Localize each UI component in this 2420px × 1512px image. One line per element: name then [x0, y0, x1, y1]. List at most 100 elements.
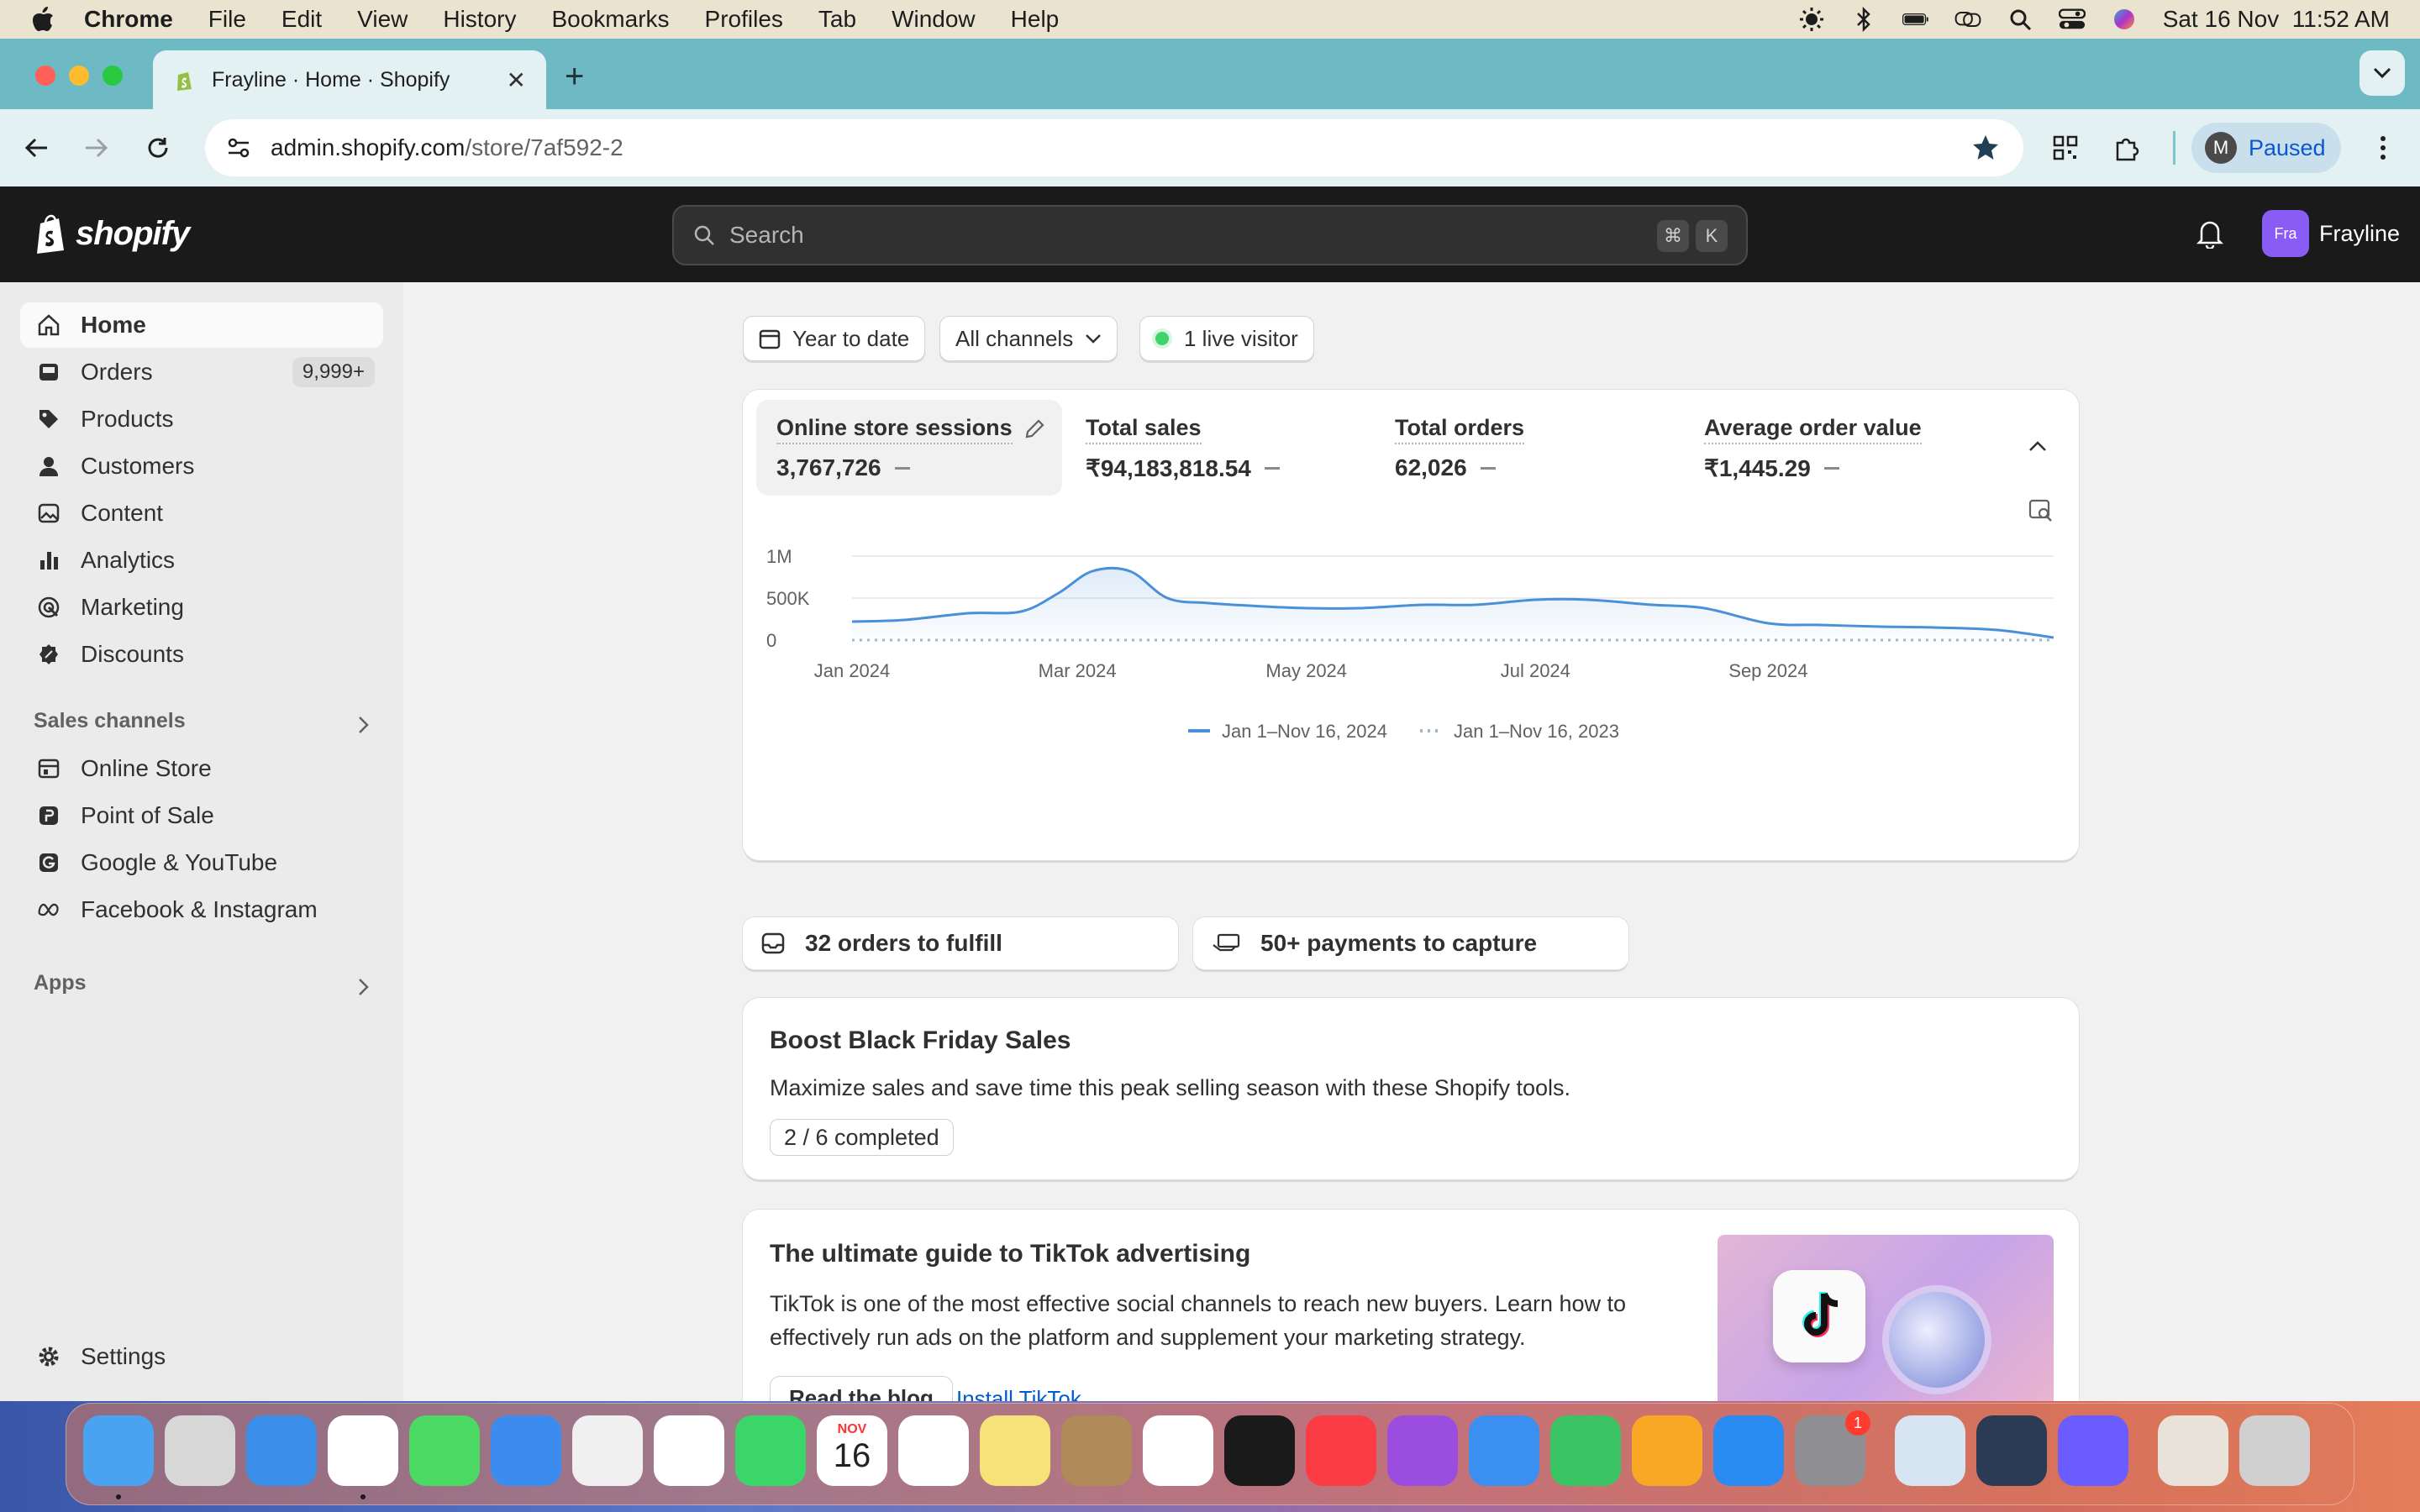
sidebar-item-home[interactable]: Home — [20, 302, 383, 348]
sidebar-item-analytics[interactable]: Analytics — [20, 538, 383, 583]
channel-filter-dropdown[interactable]: All channels — [939, 316, 1118, 361]
metric-online-store-sessions[interactable]: Online store sessions 3,767,726 — [756, 400, 1062, 496]
menu-profiles[interactable]: Profiles — [705, 6, 783, 33]
menu-app-name[interactable]: Chrome — [84, 6, 173, 33]
calendar-icon[interactable]: NOV 16 — [817, 1415, 887, 1486]
music-icon[interactable] — [1306, 1415, 1376, 1486]
sidebar-item-products[interactable]: Products — [20, 396, 383, 442]
chevron-right-icon[interactable] — [358, 716, 370, 734]
quicktime-icon[interactable] — [1976, 1415, 2047, 1486]
menu-help[interactable]: Help — [1011, 6, 1060, 33]
profile-button[interactable]: M Paused — [2191, 123, 2341, 173]
metric-total-sales[interactable]: Total sales ₹94,183,818.54 — [1065, 400, 1368, 496]
bfcm-progress-badge[interactable]: 2 / 6 completed — [770, 1119, 954, 1156]
menu-window[interactable]: Window — [892, 6, 976, 33]
app-store-icon[interactable] — [1713, 1415, 1784, 1486]
sidebar-item-content[interactable]: Content — [20, 491, 383, 536]
photos-icon[interactable] — [654, 1415, 724, 1486]
orders-to-fulfill-button[interactable]: 32 orders to fulfill — [743, 917, 1178, 969]
sidebar-item-customers[interactable]: Customers — [20, 444, 383, 489]
sessions-line-chart[interactable]: 0 500K 1M Jan 2024 Mar 2024 May 2024 Jul 2024… — [743, 533, 2079, 852]
pages-icon[interactable] — [1632, 1415, 1702, 1486]
reload-button[interactable] — [138, 128, 178, 168]
sidebar-item-settings[interactable]: Settings — [20, 1334, 383, 1379]
apps-heading[interactable]: Apps — [34, 971, 87, 995]
shopify-logo[interactable]: shopify — [34, 213, 190, 254]
site-info-icon[interactable] — [225, 134, 252, 161]
tv-icon[interactable] — [1224, 1415, 1295, 1486]
spotlight-search-icon[interactable] — [2007, 8, 2033, 31]
battery-icon[interactable] — [1902, 8, 1929, 31]
system-settings-icon[interactable]: 1 — [1795, 1410, 1870, 1486]
document-icon[interactable] — [2158, 1415, 2228, 1486]
keynote-icon[interactable] — [1469, 1415, 1539, 1486]
bluetooth-icon[interactable] — [1850, 7, 1877, 32]
google-icon — [37, 851, 60, 874]
apple-icon[interactable] — [30, 5, 55, 34]
metric-average-order-value[interactable]: Average order value ₹1,445.29 — [1684, 400, 1986, 496]
reminders-icon[interactable] — [898, 1415, 969, 1486]
chart-inspect-icon[interactable] — [2028, 499, 2054, 522]
window-zoom-button[interactable] — [103, 66, 123, 86]
control-center-icon[interactable] — [2058, 8, 2086, 31]
chrome-menu-button[interactable] — [2363, 128, 2403, 168]
sidebar-item-google-youtube[interactable]: Google & YouTube — [20, 840, 383, 885]
launchpad-icon[interactable] — [165, 1415, 235, 1486]
payments-to-capture-button[interactable]: 50+ payments to capture — [1193, 917, 1628, 969]
admin-search-bar[interactable]: Search ⌘ K — [672, 205, 1748, 265]
forward-button[interactable] — [76, 128, 116, 168]
sidebar-item-discounts[interactable]: Discounts — [20, 632, 383, 677]
preview-icon[interactable] — [1895, 1415, 1965, 1486]
notifications-bell-icon[interactable] — [2196, 218, 2223, 249]
bookmark-star-icon[interactable] — [1971, 134, 2000, 162]
address-bar[interactable]: admin.shopify.com/store/7af592-2 — [205, 119, 2023, 176]
sidebar-item-marketing[interactable]: Marketing — [20, 585, 383, 630]
screen-mirroring-icon[interactable] — [1954, 8, 1981, 31]
menu-history[interactable]: History — [443, 6, 516, 33]
window-close-button[interactable] — [35, 66, 55, 86]
sales-channels-heading[interactable]: Sales channels — [34, 709, 186, 733]
menu-view[interactable]: View — [357, 6, 408, 33]
contacts-icon[interactable] — [1061, 1415, 1132, 1486]
messages-icon[interactable] — [409, 1415, 480, 1486]
perplexity-icon[interactable] — [2058, 1415, 2128, 1486]
brightness-icon[interactable] — [1798, 8, 1825, 31]
back-button[interactable] — [17, 128, 57, 168]
sidebar-item-online-store[interactable]: Online Store — [20, 746, 383, 791]
trash-icon[interactable] — [2239, 1415, 2310, 1486]
facetime-icon[interactable] — [735, 1415, 806, 1486]
menu-tab[interactable]: Tab — [818, 6, 856, 33]
tab-search-button[interactable] — [2360, 50, 2405, 96]
notes-icon[interactable] — [980, 1415, 1050, 1486]
chevron-right-icon[interactable] — [358, 978, 370, 996]
finder-icon[interactable] — [83, 1415, 154, 1486]
chrome-icon[interactable] — [328, 1415, 398, 1486]
menu-file[interactable]: File — [208, 6, 246, 33]
metric-total-orders[interactable]: Total orders 62,026 — [1375, 400, 1677, 496]
sidebar-item-facebook-instagram[interactable]: Facebook & Instagram — [20, 887, 383, 932]
menu-bookmarks[interactable]: Bookmarks — [551, 6, 669, 33]
numbers-icon[interactable] — [1550, 1415, 1621, 1486]
siri-icon[interactable] — [2111, 8, 2138, 31]
browser-tab-active[interactable]: Frayline · Home · Shopify ✕ — [153, 50, 546, 109]
window-minimize-button[interactable] — [69, 66, 89, 86]
freeform-icon[interactable] — [1143, 1415, 1213, 1486]
store-switcher[interactable]: Fra Frayline — [2262, 210, 2400, 257]
sidebar-item-point-of-sale[interactable]: Point of Sale — [20, 793, 383, 838]
menubar-datetime[interactable]: Sat 16 Nov 11:52 AM — [2163, 6, 2390, 33]
podcasts-icon[interactable] — [1387, 1415, 1458, 1486]
new-tab-button[interactable]: + — [565, 57, 584, 96]
url-path: /store/7af592-2 — [465, 134, 623, 160]
extensions-button[interactable] — [2107, 128, 2148, 168]
sidebar-item-orders[interactable]: Orders 9,999+ — [20, 349, 383, 395]
chevron-up-icon[interactable] — [2028, 440, 2047, 452]
mail-icon[interactable] — [491, 1415, 561, 1486]
maps-icon[interactable] — [572, 1415, 643, 1486]
safari-icon[interactable] — [246, 1415, 317, 1486]
live-visitor-button[interactable]: 1 live visitor — [1139, 316, 1314, 361]
date-range-picker[interactable]: Year to date — [743, 316, 926, 361]
qr-code-button[interactable] — [2045, 128, 2086, 168]
menu-edit[interactable]: Edit — [281, 6, 322, 33]
tab-close-icon[interactable]: ✕ — [507, 66, 526, 94]
pencil-edit-icon[interactable] — [1023, 418, 1045, 440]
